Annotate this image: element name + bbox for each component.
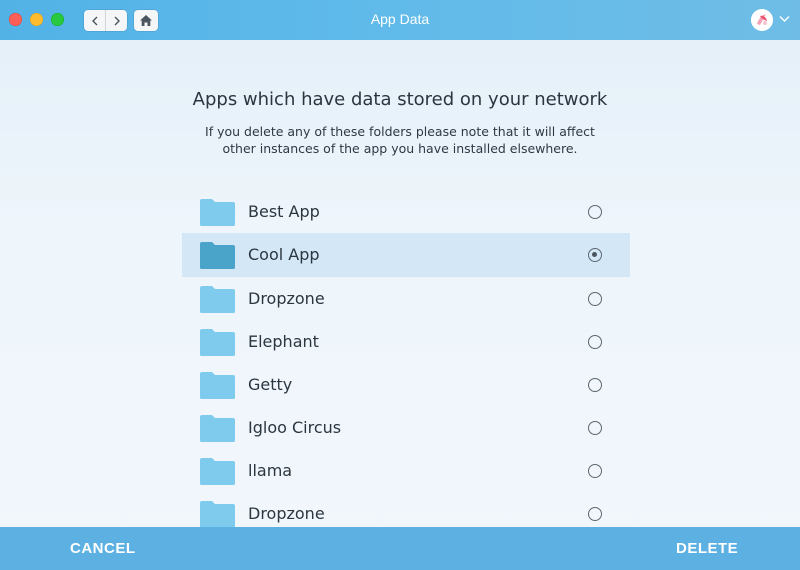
list-item-label: Dropzone [248, 504, 325, 523]
select-radio[interactable] [588, 248, 602, 262]
list-item[interactable]: Best App [182, 190, 630, 233]
folder-icon [200, 329, 235, 356]
select-radio[interactable] [588, 507, 602, 521]
list-item-label: Cool App [248, 245, 320, 264]
page-subheading: If you delete any of these folders pleas… [205, 124, 595, 156]
app-folder-list: Best App Cool App Dropzone Elephant Getty Igl… [182, 190, 630, 535]
list-item-label: llama [248, 461, 293, 480]
bottom-action-bar: CANCEL DELETE [0, 527, 800, 570]
list-item[interactable]: Dropzone [182, 277, 630, 320]
account-avatar[interactable] [751, 9, 773, 31]
list-item[interactable]: Igloo Circus [182, 406, 630, 449]
list-item[interactable]: llama [182, 449, 630, 492]
select-radio[interactable] [588, 335, 602, 349]
select-radio[interactable] [588, 205, 602, 219]
list-item-label: Getty [248, 375, 293, 394]
avatar-icon [751, 9, 773, 31]
folder-icon [200, 372, 235, 399]
cancel-button[interactable]: CANCEL [70, 540, 136, 557]
window-title: App Data [370, 11, 430, 27]
folder-icon [200, 242, 235, 269]
folder-icon [200, 199, 235, 226]
list-item-label: Best App [248, 202, 320, 221]
folder-icon [200, 501, 235, 528]
list-item[interactable]: Getty [182, 363, 630, 406]
list-item[interactable]: Elephant [182, 320, 630, 363]
app-data-window: App Data Apps which have data stored on … [0, 0, 800, 570]
select-radio[interactable] [588, 292, 602, 306]
folder-icon [200, 415, 235, 442]
delete-button[interactable]: DELETE [676, 540, 738, 557]
select-radio[interactable] [588, 421, 602, 435]
title-bar: App Data [0, 0, 800, 40]
select-radio[interactable] [588, 378, 602, 392]
list-item-label: Igloo Circus [248, 418, 342, 437]
list-item[interactable]: Cool App [182, 233, 630, 277]
folder-icon [200, 458, 235, 485]
select-radio[interactable] [588, 464, 602, 478]
folder-icon [200, 286, 235, 313]
list-item-label: Elephant [248, 332, 319, 351]
page-heading: Apps which have data stored on your netw… [192, 89, 608, 110]
chevron-down-icon[interactable] [779, 15, 790, 23]
list-item-label: Dropzone [248, 289, 325, 308]
